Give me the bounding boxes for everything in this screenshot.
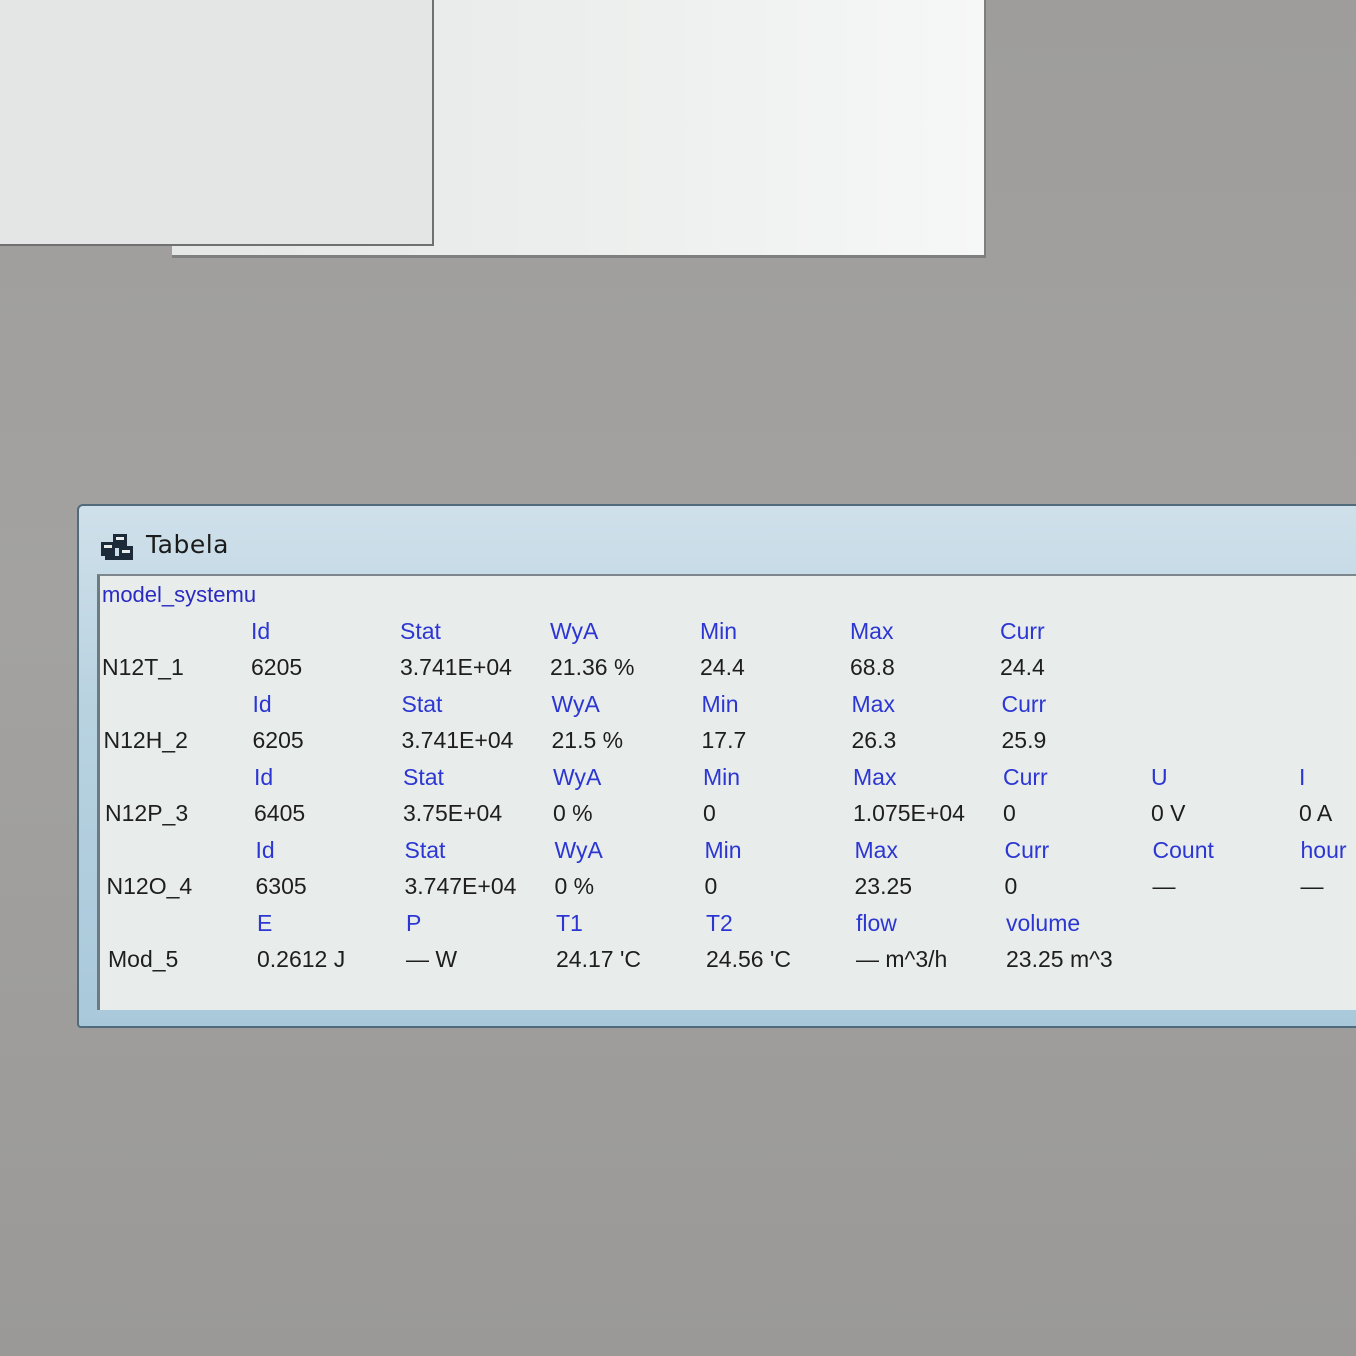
cell-value: 0 V — [1151, 800, 1186, 826]
cell-value: 0.2612 J — [257, 946, 346, 972]
cell-value: 0 — [1003, 800, 1016, 826]
column-header: hour — [1300, 837, 1347, 863]
row-name: N12T_1 — [102, 654, 184, 680]
table-row[interactable]: Mod_5 0.2612 J — W 24.17 'C 24.56 'C — m^3/h 2… — [100, 946, 1356, 982]
table-row[interactable]: N12T_1 6205 3.741E+04 21.36 % 24.4 68.8 24.4 — [100, 654, 1356, 690]
column-header: Stat — [400, 618, 441, 644]
section-title: model_systemu — [102, 582, 257, 607]
cell-value: — W — [406, 946, 458, 972]
column-header: P — [406, 910, 422, 936]
column-header: Stat — [404, 837, 446, 863]
cell-value: 23.25 — [854, 873, 913, 899]
cell-value: 24.56 'C — [706, 946, 791, 972]
column-header: Stat — [401, 691, 443, 717]
column-header: U — [1151, 764, 1168, 790]
cell-value: 3.75E+04 — [403, 800, 503, 826]
cell-value: 23.25 m^3 — [1006, 946, 1113, 972]
column-header: Min — [703, 764, 741, 790]
column-header: Min — [701, 691, 739, 717]
cell-value: 6305 — [255, 873, 307, 899]
column-header: Max — [854, 837, 898, 863]
column-header: Stat — [403, 764, 444, 790]
cell-value: 24.4 — [1000, 654, 1045, 680]
header-row: Id Stat WyA Min Max Curr — [100, 691, 1356, 727]
header-row: Id Stat WyA Min Max Curr U I — [100, 764, 1356, 800]
column-header: volume — [1006, 910, 1081, 936]
window-title: Tabela — [146, 530, 229, 559]
cell-value: 24.4 — [700, 654, 745, 680]
column-header: flow — [856, 910, 897, 936]
cell-value: 21.5 % — [551, 727, 624, 753]
column-header: I — [1299, 764, 1306, 790]
column-header: Min — [704, 837, 742, 863]
column-header: Max — [850, 618, 894, 644]
background-window-left[interactable] — [0, 0, 434, 246]
header-row: Id Stat WyA Min Max Curr — [100, 618, 1356, 654]
cell-value: — — [1300, 873, 1324, 899]
column-header: Max — [851, 691, 895, 717]
column-header: Curr — [1004, 837, 1050, 863]
cell-value: 3.747E+04 — [404, 873, 517, 899]
column-header: Curr — [1000, 618, 1045, 644]
cell-value: 0 A — [1299, 800, 1333, 826]
cell-value: 0 — [703, 800, 716, 826]
cell-value: — m^3/h — [856, 946, 948, 972]
cell-value: 6405 — [254, 800, 306, 826]
column-header: WyA — [550, 618, 599, 644]
column-header: Id — [252, 691, 272, 717]
cell-value: — — [1152, 873, 1176, 899]
column-header: WyA — [554, 837, 603, 863]
row-name: Mod_5 — [108, 946, 179, 972]
cell-value: 25.9 — [1001, 727, 1047, 753]
column-header: T1 — [556, 910, 583, 936]
column-header: Min — [700, 618, 738, 644]
cell-value: 21.36 % — [550, 654, 635, 680]
column-header: E — [257, 910, 273, 936]
row-name: N12H_2 — [103, 727, 188, 753]
cell-value: 0 % — [554, 873, 595, 899]
window-titlebar[interactable]: Tabela — [79, 506, 1356, 574]
cell-value: 26.3 — [851, 727, 897, 753]
cell-value: 24.17 'C — [556, 946, 641, 972]
row-name: N12O_4 — [106, 873, 193, 899]
column-header: WyA — [551, 691, 600, 717]
column-header: Curr — [1003, 764, 1048, 790]
table-panel: model_systemu Id Stat WyA Min Max Curr N12T_1 6… — [97, 574, 1356, 1010]
cell-value: 1.075E+04 — [853, 800, 965, 826]
row-name: N12P_3 — [105, 800, 189, 826]
cell-value: 3.741E+04 — [401, 727, 514, 753]
tabela-window[interactable]: Tabela model_systemu Id Stat WyA Min Max Curr… — [77, 504, 1356, 1028]
cell-value: 0 — [704, 873, 718, 899]
cell-value: 3.741E+04 — [400, 654, 512, 680]
column-header: Max — [853, 764, 897, 790]
column-header: Curr — [1001, 691, 1047, 717]
column-header: Id — [255, 837, 275, 863]
column-header: T2 — [706, 910, 733, 936]
cell-value: 6205 — [252, 727, 304, 753]
header-row: Id Stat WyA Min Max Curr Count hour — [100, 837, 1356, 873]
cell-value: 68.8 — [850, 654, 895, 680]
header-row: E P T1 T2 flow volume — [100, 910, 1356, 946]
app-icon — [101, 534, 133, 560]
cell-value: 0 — [1004, 873, 1018, 899]
desktop-background: Tabela model_systemu Id Stat WyA Min Max Curr… — [0, 0, 1356, 1356]
cell-value: 17.7 — [701, 727, 747, 753]
cell-value: 6205 — [251, 654, 303, 680]
table-row[interactable]: N12H_2 6205 3.741E+04 21.5 % 17.7 26.3 25.9 — [100, 727, 1356, 763]
column-header: Count — [1152, 837, 1214, 863]
table-row[interactable]: N12O_4 6305 3.747E+04 0 % 0 23.25 0 — — — [100, 873, 1356, 909]
cell-value: 0 % — [553, 800, 593, 826]
column-header: WyA — [553, 764, 602, 790]
table-row[interactable]: N12P_3 6405 3.75E+04 0 % 0 1.075E+04 0 0 V 0 A — [100, 800, 1356, 836]
column-header: Id — [251, 618, 271, 644]
column-header: Id — [254, 764, 274, 790]
